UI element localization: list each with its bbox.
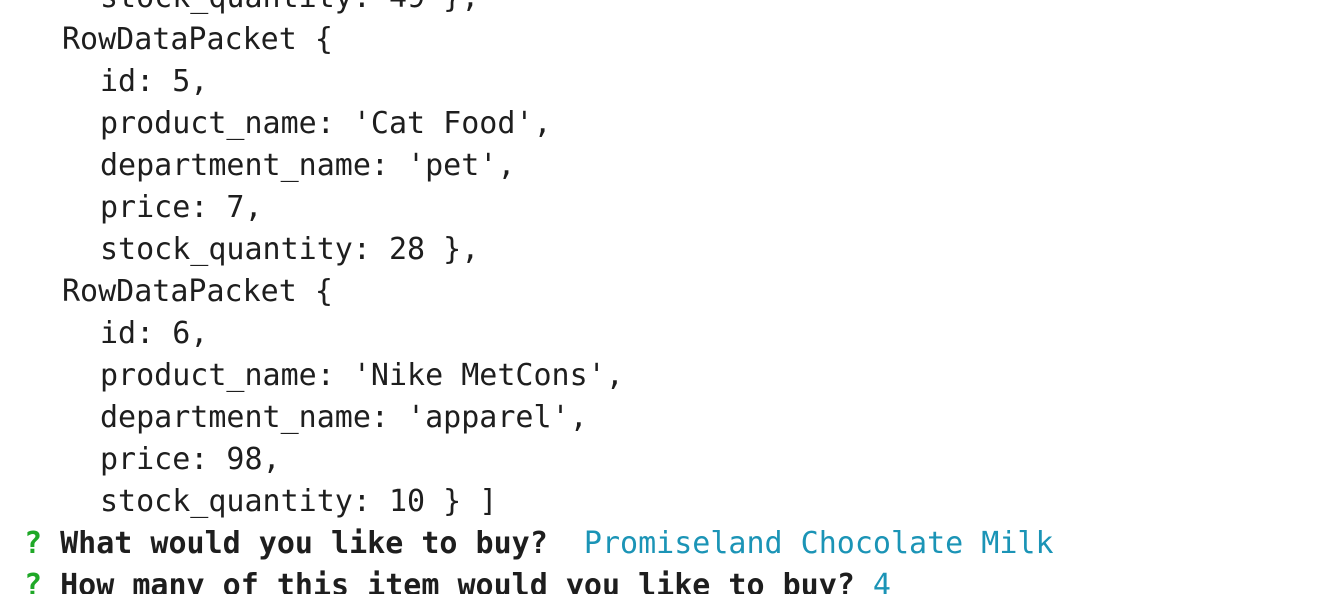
prompt-line-quantity: ? How many of this item would you like t… [24, 565, 1054, 594]
output-line: stock_quantity: 10 } ] [100, 484, 498, 519]
output-line: price: 98, [100, 442, 281, 477]
output-line: product_name: 'Nike MetCons', [100, 358, 624, 393]
output-line: RowDataPacket { [62, 22, 333, 57]
output-line: department_name: 'pet', [100, 148, 516, 183]
prompt-gap [548, 526, 584, 561]
prompt-question: What would you like to buy? [60, 526, 548, 561]
prompt-line-product: ? What would you like to buy? Promiselan… [24, 523, 1054, 565]
output-line: stock_quantity: 28 }, [100, 232, 480, 267]
terminal-window[interactable]: stock_quantity: 49 }, RowDataPacket { id… [0, 0, 1337, 594]
output-line: RowDataPacket { [62, 274, 333, 309]
output-line: price: 7, [100, 190, 263, 225]
output-line: department_name: 'apparel', [100, 400, 588, 435]
output-line: stock_quantity: 49 }, [24, 0, 1054, 19]
prompt-answer-input[interactable]: Promiseland Chocolate Milk [584, 526, 1054, 561]
terminal-output: stock_quantity: 49 }, RowDataPacket { id… [24, 0, 1054, 594]
output-line: id: 5, [100, 64, 209, 99]
output-line: product_name: 'Cat Food', [100, 106, 552, 141]
question-mark-icon: ? [24, 526, 43, 561]
prompt-gap [855, 568, 873, 594]
question-mark-icon: ? [24, 568, 43, 594]
output-line: id: 6, [100, 316, 209, 351]
prompt-answer-input[interactable]: 4 [873, 568, 891, 594]
prompt-question: How many of this item would you like to … [60, 568, 855, 594]
